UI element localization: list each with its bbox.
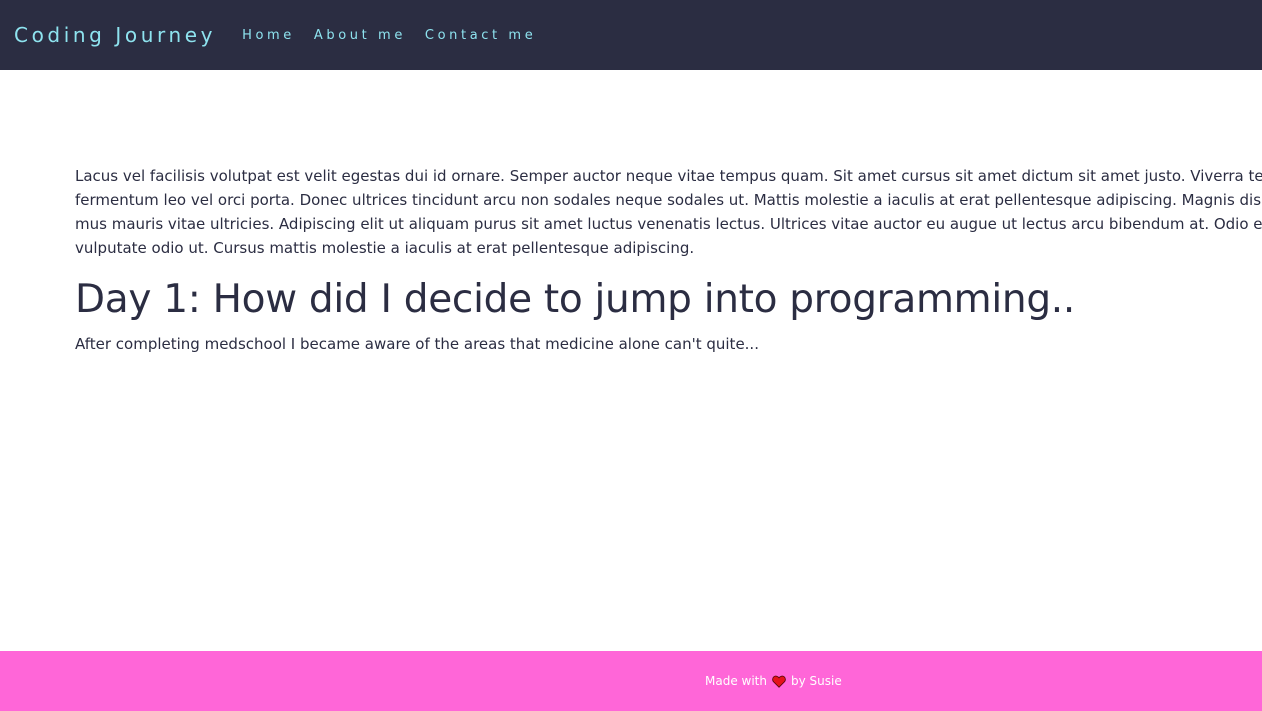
footer-made-with: Made with (705, 674, 767, 688)
post-title[interactable]: Day 1: How did I decide to jump into pro… (75, 276, 1262, 324)
footer-credit: Made with by Susie (705, 674, 842, 688)
nav-link-contact-me[interactable]: Contact me (425, 28, 536, 43)
heart-icon (772, 675, 786, 688)
post-excerpt: After completing medschool I became awar… (75, 335, 759, 353)
nav-links: Home About me Contact me (242, 28, 555, 43)
nav-link-home[interactable]: Home (242, 28, 295, 43)
brand-logo-link[interactable]: Coding Journey (14, 23, 216, 47)
footer-by-author: by Susie (790, 674, 842, 688)
intro-line: vulputate odio ut. Cursus mattis molesti… (75, 239, 695, 257)
top-navbar: Coding Journey Home About me Contact me (0, 0, 1262, 70)
footer: Made with by Susie (0, 651, 1262, 711)
intro-line: fermentum leo vel orci porta. Donec ultr… (75, 191, 1262, 209)
intro-line: mus mauris vitae ultricies. Adipiscing e… (75, 215, 1262, 233)
intro-line: Lacus vel facilisis volutpat est velit e… (75, 167, 1262, 185)
intro-paragraph: Lacus vel facilisis volutpat est velit e… (75, 164, 1262, 260)
nav-link-about-me[interactable]: About me (314, 28, 406, 43)
main-content: Lacus vel facilisis volutpat est velit e… (75, 164, 1262, 356)
